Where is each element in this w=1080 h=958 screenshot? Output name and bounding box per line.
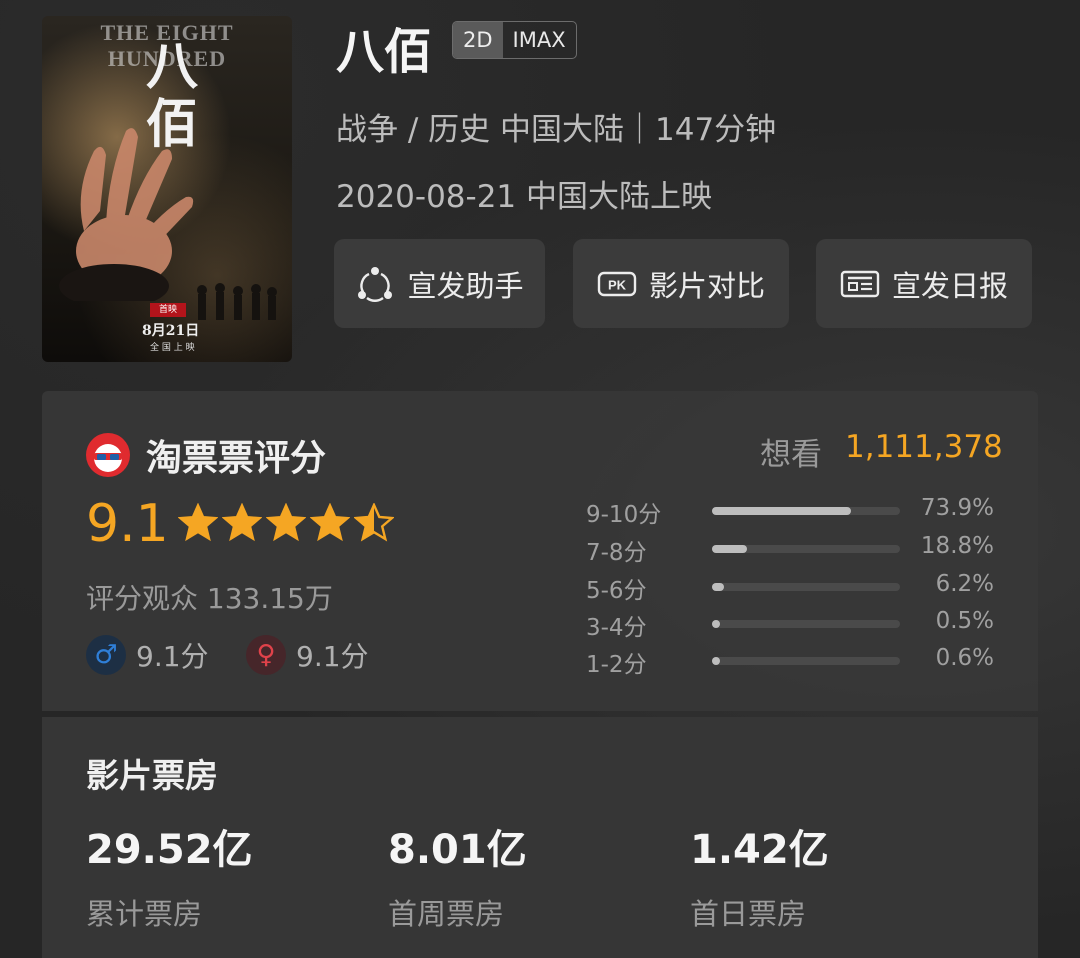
dist-percent: 73.9% [920, 495, 994, 521]
promo-daily-label: 宣发日报 [891, 268, 1008, 303]
dist-label: 3-4分 [586, 615, 647, 641]
box-office-value: 8.01亿 [388, 827, 527, 873]
box-office-total: 29.52亿 累计票房 [86, 817, 253, 933]
female-icon: ♀ [246, 635, 286, 675]
movie-poster[interactable]: THE EIGHT HUNDRED 八佰 首映 8月21日 全 国 上 映 [42, 16, 292, 362]
rating-score: 9.1 [86, 494, 169, 554]
box-office-value: 29.52亿 [86, 827, 253, 873]
dist-fill [712, 507, 851, 515]
movie-compare-label: 影片对比 [648, 268, 765, 303]
dist-label: 1-2分 [586, 652, 647, 678]
box-office-label: 首周票房 [388, 897, 505, 931]
dist-label: 9-10分 [586, 502, 662, 528]
dist-track [712, 545, 900, 553]
female-score: 9.1分 [296, 640, 369, 673]
report-card-icon [840, 270, 880, 297]
dist-fill [712, 657, 720, 665]
dist-track [712, 583, 900, 591]
dist-row: 7-8分 18.8% [586, 533, 994, 566]
format-tags: 2D IMAX [452, 21, 577, 59]
movie-title: 八佰 [336, 24, 433, 80]
rating-stars [178, 503, 394, 543]
dist-percent: 6.2% [935, 571, 994, 597]
promo-assistant-button[interactable]: 宣发助手 [334, 239, 545, 328]
dist-track [712, 620, 900, 628]
male-rating: ♂ 9.1分 [86, 635, 209, 675]
soldiers-silhouette [197, 283, 277, 320]
promo-daily-button[interactable]: 宣发日报 [816, 239, 1032, 328]
box-office-value: 1.42亿 [690, 827, 829, 873]
dist-percent: 18.8% [920, 533, 994, 559]
male-icon: ♂ [86, 635, 126, 675]
want-to-see-count: 1,111,378 [845, 429, 1003, 465]
movie-compare-button[interactable]: PK 影片对比 [573, 239, 789, 328]
tag-2d: 2D [453, 22, 503, 58]
dist-fill [712, 583, 724, 591]
poster-date: 8月21日 [142, 323, 200, 339]
star-full-icon [266, 503, 306, 542]
star-half-icon [354, 503, 394, 542]
tag-imax: IMAX [512, 28, 566, 52]
star-full-icon [222, 503, 262, 542]
star-full-icon [310, 503, 350, 542]
dist-fill [712, 620, 720, 628]
box-office-card: 影片票房 29.52亿 累计票房 8.01亿 首周票房 1.42亿 首日票房 [42, 717, 1038, 958]
dist-fill [712, 545, 748, 553]
genre-region-runtime: 战争 / 历史 中国大陆｜147分钟 [336, 112, 777, 148]
taopiaopiao-logo-icon [86, 433, 130, 477]
share-triangle-icon [358, 266, 393, 302]
dist-percent: 0.6% [935, 645, 994, 671]
want-to-see-label: 想看 [760, 437, 822, 473]
poster-release-note: 全 国 上 映 [150, 343, 195, 353]
dist-percent: 0.5% [935, 608, 994, 634]
box-office-first-week: 8.01亿 首周票房 [388, 817, 527, 933]
rating-source-title: 淘票票评分 [146, 438, 327, 479]
dist-label: 5-6分 [586, 578, 647, 604]
poster-stamp: 首映 [150, 303, 186, 317]
dist-row: 3-4分 0.5% [586, 608, 994, 641]
female-rating: ♀ 9.1分 [246, 635, 369, 675]
rating-voters: 评分观众 133.15万 [86, 582, 333, 615]
male-score: 9.1分 [136, 640, 209, 673]
dist-track [712, 657, 900, 665]
star-full-icon [178, 503, 218, 542]
dist-track [712, 507, 900, 515]
box-office-label: 累计票房 [86, 897, 203, 931]
dist-row: 1-2分 0.6% [586, 645, 994, 678]
rating-card: 淘票票评分 9.1 评分观众 133.15万 ♂ 9.1分 ♀ 9.1分 想看 … [42, 391, 1038, 711]
box-office-label: 首日票房 [690, 897, 807, 931]
box-office-title: 影片票房 [86, 756, 218, 795]
dist-row: 9-10分 73.9% [586, 495, 994, 528]
box-office-first-day: 1.42亿 首日票房 [690, 817, 829, 933]
promo-assistant-label: 宣发助手 [407, 268, 524, 303]
svg-text:PK: PK [608, 277, 627, 292]
hand-illustration [59, 128, 194, 301]
dist-label: 7-8分 [586, 540, 647, 566]
pk-icon: PK [597, 271, 637, 296]
release-date: 2020-08-21 中国大陆上映 [336, 179, 713, 215]
dist-row: 5-6分 6.2% [586, 571, 994, 604]
